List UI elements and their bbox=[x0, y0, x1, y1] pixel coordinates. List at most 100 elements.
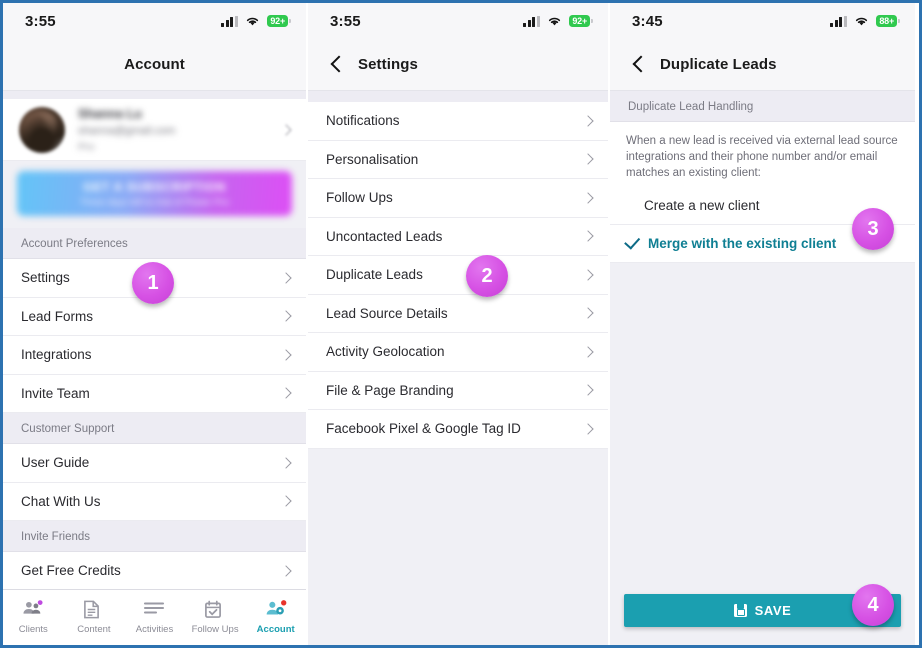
section-header-duplicate-lead-handling: Duplicate Lead Handling bbox=[610, 91, 915, 122]
battery-icon: 88+ bbox=[875, 15, 900, 27]
tab-activities[interactable]: Activities bbox=[124, 600, 185, 635]
page-title: Account bbox=[124, 56, 185, 73]
tab-account[interactable]: Account bbox=[245, 600, 306, 635]
tab-follow-ups[interactable]: Follow Ups bbox=[185, 600, 246, 635]
subscription-banner[interactable]: GET A SUBSCRIPTION Three days left to tr… bbox=[17, 171, 292, 216]
promo-banner-wrap: GET A SUBSCRIPTION Three days left to tr… bbox=[3, 161, 306, 228]
status-time: 3:55 bbox=[330, 12, 361, 30]
profile-name: Shanna Lu bbox=[78, 106, 142, 121]
chevron-right-icon bbox=[582, 115, 594, 127]
row-label: Settings bbox=[21, 270, 70, 286]
status-time: 3:55 bbox=[25, 12, 56, 30]
settings-item-uncontacted-leads[interactable]: Uncontacted Leads bbox=[308, 217, 608, 256]
row-label: User Guide bbox=[21, 455, 90, 471]
chevron-right-icon bbox=[582, 346, 594, 358]
wifi-icon bbox=[548, 17, 560, 26]
save-button-wrap: SAVE bbox=[610, 594, 915, 627]
battery-icon: 92+ bbox=[266, 15, 291, 27]
option-merge-existing-client[interactable]: Merge with the existing client bbox=[610, 225, 915, 263]
status-bar-1: 3:55 92+ bbox=[3, 3, 306, 39]
chevron-right-icon bbox=[280, 495, 292, 507]
tab-content[interactable]: Content bbox=[64, 600, 125, 635]
settings-item-notifications[interactable]: Notifications bbox=[308, 102, 608, 141]
settings-item-duplicate-leads[interactable]: Duplicate Leads bbox=[308, 256, 608, 295]
signal-bars-icon bbox=[523, 15, 540, 27]
option-create-new-client[interactable]: Create a new client bbox=[610, 187, 915, 225]
tab-label: Content bbox=[77, 624, 111, 635]
option-label: Create a new client bbox=[644, 198, 760, 213]
tab-label: Clients bbox=[18, 624, 48, 635]
section-header-customer-support: Customer Support bbox=[3, 413, 306, 444]
signal-bars-icon bbox=[830, 15, 847, 27]
chevron-right-icon bbox=[280, 310, 292, 322]
chevron-right-icon bbox=[280, 457, 292, 469]
row-label: Uncontacted Leads bbox=[326, 228, 443, 244]
chevron-right-icon bbox=[280, 272, 292, 284]
signal-bars-icon bbox=[221, 15, 238, 27]
row-label: Invite Team bbox=[21, 385, 90, 401]
chevron-right-icon bbox=[280, 349, 292, 361]
settings-item-activity-geolocation[interactable]: Activity Geolocation bbox=[308, 333, 608, 372]
row-label: Integrations bbox=[21, 347, 92, 363]
back-chevron-icon[interactable] bbox=[628, 54, 650, 76]
sidebar-item-lead-forms[interactable]: Lead Forms bbox=[3, 297, 306, 336]
panel-duplicate-leads: 3:45 88+ Duplicate Leads Duplicate Lead … bbox=[610, 3, 915, 645]
list-lines-icon bbox=[143, 600, 165, 620]
tab-label: Account bbox=[256, 624, 295, 635]
sidebar-item-settings[interactable]: Settings bbox=[3, 259, 306, 298]
sidebar-item-chat-with-us[interactable]: Chat With Us bbox=[3, 482, 306, 521]
sidebar-item-invite-team[interactable]: Invite Team bbox=[3, 374, 306, 413]
chevron-right-icon bbox=[582, 384, 594, 396]
bottom-tab-bar: Clients Content Activities Follow Ups Ac… bbox=[3, 589, 306, 645]
promo-title: GET A SUBSCRIPTION bbox=[83, 179, 226, 194]
page-title: Duplicate Leads bbox=[660, 56, 777, 73]
chevron-right-icon bbox=[582, 153, 594, 165]
check-icon bbox=[624, 233, 641, 250]
account-header: Account bbox=[3, 39, 306, 91]
tab-clients[interactable]: Clients bbox=[3, 600, 64, 635]
sidebar-item-get-free-credits[interactable]: Get Free Credits bbox=[3, 552, 306, 591]
sidebar-item-integrations[interactable]: Integrations bbox=[3, 336, 306, 375]
document-icon bbox=[83, 600, 105, 620]
duplicate-leads-empty-area bbox=[610, 263, 915, 645]
gap-above-profile bbox=[3, 91, 306, 99]
row-label: Duplicate Leads bbox=[326, 267, 423, 283]
settings-item-personalisation[interactable]: Personalisation bbox=[308, 140, 608, 179]
wifi-icon bbox=[855, 17, 867, 26]
person-gear-icon bbox=[265, 600, 287, 620]
settings-item-follow-ups[interactable]: Follow Ups bbox=[308, 179, 608, 218]
profile-card[interactable]: Shanna Lu shanna@gmail.com Pro bbox=[3, 99, 306, 161]
chevron-right-icon bbox=[582, 192, 594, 204]
chevron-right-icon bbox=[582, 423, 594, 435]
settings-item-facebook-pixel-google-tag[interactable]: Facebook Pixel & Google Tag ID bbox=[308, 410, 608, 449]
save-button[interactable]: SAVE bbox=[624, 594, 901, 627]
section-header-invite-friends: Invite Friends bbox=[3, 521, 306, 552]
description-text: When a new lead is received via external… bbox=[610, 122, 915, 187]
row-label: Personalisation bbox=[326, 151, 419, 167]
panel-account: 3:55 92+ Account Shanna Lu shanna@gmail.… bbox=[3, 3, 308, 645]
tab-label: Activities bbox=[135, 624, 174, 635]
section-header-account-preferences: Account Preferences bbox=[3, 228, 306, 259]
row-label: Lead Source Details bbox=[326, 305, 448, 321]
tab-label: Follow Ups bbox=[191, 624, 239, 635]
settings-item-lead-source-details[interactable]: Lead Source Details bbox=[308, 294, 608, 333]
chevron-right-icon bbox=[280, 123, 292, 136]
save-disk-icon bbox=[733, 604, 747, 617]
battery-icon: 92+ bbox=[568, 15, 593, 27]
sidebar-item-user-guide[interactable]: User Guide bbox=[3, 444, 306, 483]
status-time: 3:45 bbox=[632, 12, 663, 30]
chevron-right-icon bbox=[582, 230, 594, 242]
people-group-icon bbox=[22, 600, 44, 620]
profile-email: shanna@gmail.com bbox=[78, 124, 176, 137]
row-label: Get Free Credits bbox=[21, 563, 121, 579]
row-label: Chat With Us bbox=[21, 493, 101, 509]
chevron-right-icon bbox=[280, 565, 292, 577]
chevron-right-icon bbox=[582, 269, 594, 281]
option-label: Merge with the existing client bbox=[648, 236, 837, 251]
panel-settings: 3:55 92+ Settings Notifications Personal… bbox=[308, 3, 610, 645]
back-chevron-icon[interactable] bbox=[326, 54, 348, 76]
gap-above-list bbox=[308, 91, 608, 102]
chevron-right-icon bbox=[582, 307, 594, 319]
settings-item-file-page-branding[interactable]: File & Page Branding bbox=[308, 371, 608, 410]
status-indicators: 88+ bbox=[830, 15, 900, 27]
